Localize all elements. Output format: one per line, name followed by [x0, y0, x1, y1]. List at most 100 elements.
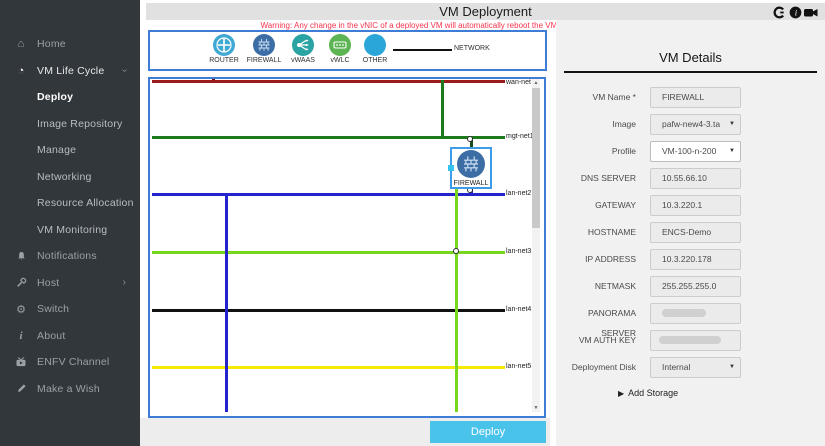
scrollbar-thumb[interactable]: [532, 88, 540, 228]
scroll-up-icon[interactable]: ▲: [532, 79, 540, 87]
network-line-lan-net4[interactable]: [152, 309, 505, 312]
field-label: Image: [556, 114, 636, 134]
info-icon[interactable]: i: [788, 5, 802, 19]
expand-triangle-icon: ▶: [618, 389, 624, 398]
sidebar-item-label: Make a Wish: [37, 383, 100, 395]
field-row-gateway: GATEWAY 10.3.220.1: [556, 195, 825, 215]
sidebar-item-label: ENFV Channel: [37, 356, 109, 368]
sidebar-item-vm-life-cycle[interactable]: ◔ VM Life Cycle ›: [0, 58, 140, 85]
sidebar-item-host[interactable]: Host ›: [0, 270, 140, 297]
network-line-lan-net5[interactable]: [152, 366, 505, 369]
field-row-vm-name: VM Name * FIREWALL: [556, 87, 825, 107]
main-content: VM Deployment i Warning: Any change in t…: [140, 0, 825, 446]
sidebar-item-label: Manage: [37, 144, 76, 156]
sidebar-item-home[interactable]: ⌂ Home: [0, 31, 140, 58]
vwlc-icon: [329, 34, 351, 56]
palette-item-network[interactable]: [393, 49, 452, 51]
sidebar-item-manage[interactable]: Manage: [0, 137, 140, 164]
palette-item-other[interactable]: OTHER: [353, 34, 397, 64]
sidebar-item-label: VM Monitoring: [37, 224, 107, 236]
vwaas-icon: [292, 34, 314, 56]
field-row-dns-server: DNS SERVER 10.55.66.10: [556, 168, 825, 188]
sidebar-item-resource-allocation[interactable]: Resource Allocation: [0, 190, 140, 217]
field-row-deployment-disk: Deployment Disk Internal▼: [556, 357, 825, 377]
field-label: VM Name *: [556, 87, 636, 107]
sidebar-item-networking[interactable]: Networking: [0, 164, 140, 191]
panorama-server-input[interactable]: [650, 303, 741, 324]
gateway-input[interactable]: 10.3.220.1: [650, 195, 741, 216]
camera-icon[interactable]: [804, 5, 818, 19]
network-label: lan-net3: [506, 248, 531, 255]
vnic-link-wan-mgt[interactable]: [441, 80, 444, 138]
network-label: lan-net4: [506, 306, 531, 313]
network-line-lan-net2[interactable]: [152, 193, 505, 196]
sidebar-item-make-a-wish[interactable]: Make a Wish: [0, 376, 140, 403]
sidebar-item-switch[interactable]: ⚙ Switch: [0, 296, 140, 323]
palette-item-router[interactable]: ROUTER: [202, 34, 246, 64]
vm-name-input[interactable]: FIREWALL: [650, 87, 741, 108]
home-icon: ⌂: [12, 38, 30, 50]
palette-item-firewall[interactable]: FIREWALL: [242, 34, 286, 64]
firewall-vm-node[interactable]: FIREWALL: [450, 147, 492, 189]
network-line-mgt-net1[interactable]: [152, 136, 505, 139]
network-label: lan-net2: [506, 190, 531, 197]
sidebar-item-deploy[interactable]: Deploy: [0, 84, 140, 111]
chevron-down-icon: ▼: [729, 115, 735, 134]
sidebar-item-image-repository[interactable]: Image Repository: [0, 111, 140, 138]
network-line-wan-net[interactable]: [152, 80, 505, 83]
vnic-link-firewall-lan-net3[interactable]: [455, 165, 458, 412]
vnic-endpoint-lan-net3[interactable]: [453, 248, 459, 254]
sidebar-item-label: Host: [37, 277, 59, 289]
field-row-ip-address: IP ADDRESS 10.3.220.178: [556, 249, 825, 269]
masked-value: [659, 336, 721, 344]
field-label: HOSTNAME: [556, 222, 636, 242]
field-row-profile: Profile VM-100-n-200▼: [556, 141, 825, 161]
sidebar-item-notifications[interactable]: Notifications: [0, 243, 140, 270]
firewall-icon: [253, 34, 275, 56]
hostname-input[interactable]: ENCS-Demo: [650, 222, 741, 243]
field-label: PANORAMA SERVER: [556, 303, 636, 323]
image-select[interactable]: pafw-new4-3.ta▼: [650, 114, 741, 135]
network-label: mgt-net1: [506, 133, 534, 140]
sidebar-item-label: Notifications: [37, 250, 97, 262]
selection-handle[interactable]: [448, 165, 454, 171]
field-label: Profile: [556, 141, 636, 161]
panel-title-rule: [564, 71, 817, 73]
page-header: VM Deployment: [146, 3, 825, 20]
topology-canvas[interactable]: wan-net mgt-net1 lan-net2 lan-net3 lan-n…: [148, 77, 546, 418]
sidebar-item-enfv-channel[interactable]: ENFV Channel: [0, 349, 140, 376]
deploy-button[interactable]: Deploy: [430, 421, 546, 443]
dns-server-input[interactable]: 10.55.66.10: [650, 168, 741, 189]
field-row-image: Image pafw-new4-3.ta▼: [556, 114, 825, 134]
add-storage-toggle[interactable]: ▶ Add Storage: [618, 388, 678, 398]
ip-address-input[interactable]: 10.3.220.178: [650, 249, 741, 270]
sidebar-item-label: Home: [37, 38, 66, 50]
pencil-icon: [12, 383, 30, 394]
add-storage-label: Add Storage: [628, 388, 678, 398]
vm-deployment-app: ⌂ Home ◔ VM Life Cycle › Deploy Image Re…: [0, 0, 825, 446]
scroll-down-icon[interactable]: ▼: [532, 404, 540, 412]
bell-icon: [12, 251, 30, 262]
palette-item-label: FIREWALL: [242, 57, 286, 64]
history-icon[interactable]: [772, 5, 786, 19]
other-icon: [364, 34, 386, 56]
palette-item-label: OTHER: [353, 57, 397, 64]
netmask-input[interactable]: 255.255.255.0: [650, 276, 741, 297]
field-row-panorama-server: PANORAMA SERVER: [556, 303, 825, 323]
header-icons: i: [772, 5, 818, 19]
sidebar: ⌂ Home ◔ VM Life Cycle › Deploy Image Re…: [0, 0, 140, 446]
vnic-endpoint-mgt-net1[interactable]: [467, 136, 473, 142]
chevron-down-icon: ▼: [729, 142, 735, 161]
sidebar-item-about[interactable]: i About: [0, 323, 140, 350]
chevron-down-icon: ▼: [729, 358, 735, 377]
profile-select[interactable]: VM-100-n-200▼: [650, 141, 741, 162]
field-label: NETMASK: [556, 276, 636, 296]
vm-details-panel: VM Details VM Name * FIREWALL Image pafw…: [556, 20, 825, 446]
canvas-scrollbar[interactable]: ▲ ▼: [532, 79, 540, 412]
sidebar-item-vm-monitoring[interactable]: VM Monitoring: [0, 217, 140, 244]
vm-palette: ROUTER FIREWALL vWAAS vWLC OTHER NETWORK: [148, 30, 547, 71]
vm-auth-key-input[interactable]: [650, 330, 741, 351]
vnic-link-lan-net2-drop[interactable]: [225, 193, 228, 412]
vm-node-label: FIREWALL: [452, 180, 490, 187]
deployment-disk-select[interactable]: Internal▼: [650, 357, 741, 378]
